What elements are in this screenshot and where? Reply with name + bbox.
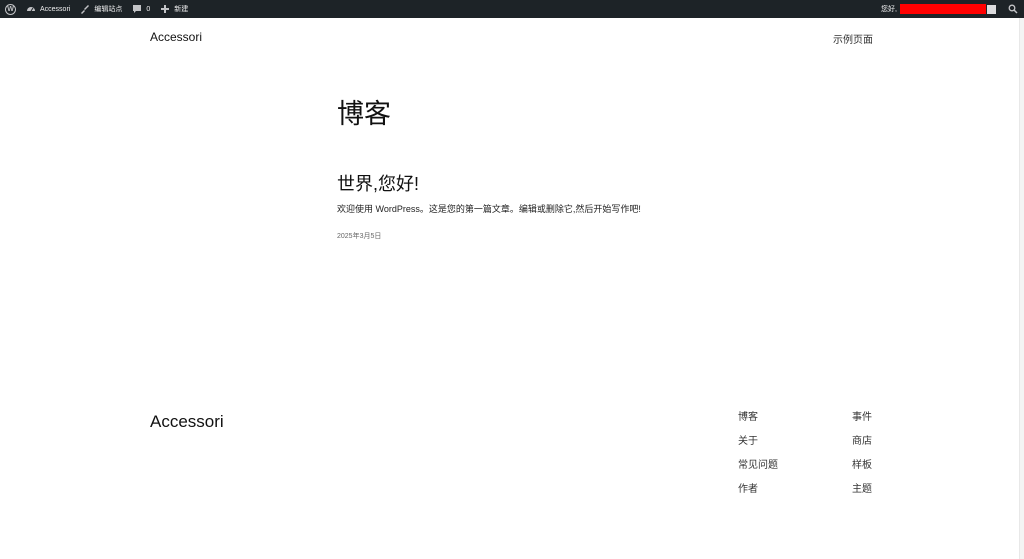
admin-bar-left: W Accessori 编辑站点 0 新建: [0, 0, 193, 18]
comments-menu[interactable]: 0: [127, 0, 155, 18]
site-name-menu[interactable]: Accessori: [21, 0, 75, 18]
footer-link-blog[interactable]: 博客: [738, 412, 808, 436]
new-content-menu[interactable]: 新建: [155, 0, 193, 18]
admin-bar-right: 您好,: [875, 0, 1024, 18]
edit-site-menu[interactable]: 编辑站点: [75, 0, 127, 18]
scrollbar[interactable]: [1019, 18, 1024, 559]
greeting-label: 您好,: [881, 6, 897, 13]
redacted-username[interactable]: [900, 4, 986, 14]
footer-link-authors[interactable]: 作者: [738, 484, 808, 508]
footer-link-themes[interactable]: 主题: [852, 484, 922, 508]
edit-site-label: 编辑站点: [94, 6, 123, 13]
post-excerpt: 欢迎使用 WordPress。这是您的第一篇文章。编辑或删除它,然后开始写作吧!: [337, 204, 641, 214]
site-name-label: Accessori: [40, 5, 71, 13]
post-title-link[interactable]: 世界,您好!: [337, 170, 419, 196]
plus-icon: [161, 5, 170, 13]
admin-bar: W Accessori 编辑站点 0 新建 您好,: [0, 0, 1024, 18]
footer-link-events[interactable]: 事件: [852, 412, 922, 436]
page-title: 博客: [337, 99, 391, 129]
footer-nav-column-1: 博客 关于 常见问题 作者: [738, 412, 808, 508]
comments-count: 0: [146, 5, 151, 13]
footer-link-patterns[interactable]: 样板: [852, 460, 922, 484]
footer-link-shop[interactable]: 商店: [852, 436, 922, 460]
wordpress-logo-icon: W: [5, 3, 16, 15]
footer-link-about[interactable]: 关于: [738, 436, 808, 460]
wordpress-menu[interactable]: W: [0, 0, 21, 18]
nav-item-sample-page[interactable]: 示例页面: [833, 31, 873, 46]
search-icon[interactable]: [1008, 4, 1018, 14]
new-label: 新建: [174, 6, 189, 13]
footer-nav-column-2: 事件 商店 样板 主题: [852, 412, 922, 508]
post-date[interactable]: 2025年3月5日: [337, 231, 381, 241]
comment-icon: [133, 5, 142, 13]
footer-site-title[interactable]: Accessori: [150, 412, 224, 432]
footer-link-faq[interactable]: 常见问题: [738, 460, 808, 484]
brush-icon: [81, 5, 90, 14]
avatar[interactable]: [987, 4, 996, 14]
dashboard-icon: [27, 7, 35, 12]
site-title[interactable]: Accessori: [150, 30, 202, 44]
